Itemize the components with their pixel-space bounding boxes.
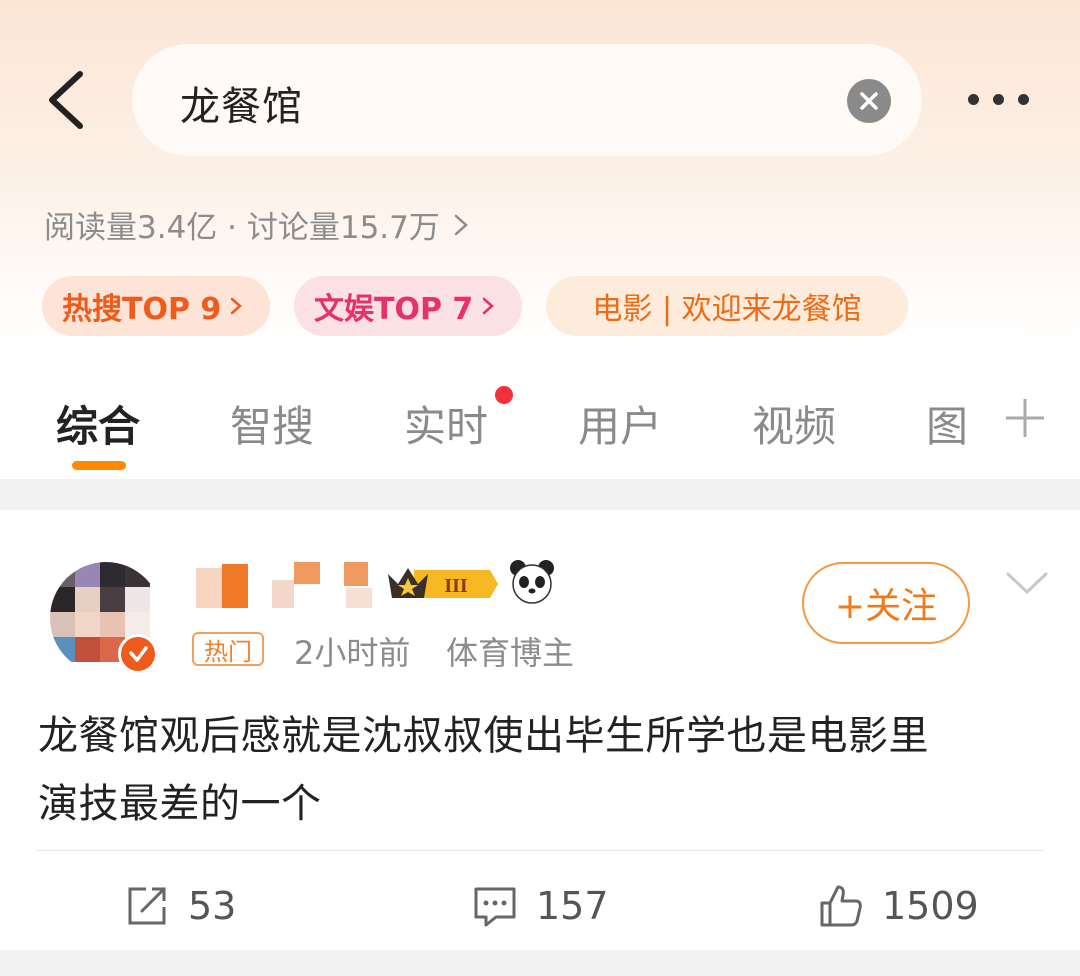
plus-icon[interactable] [1002,395,1048,441]
tab-realtime[interactable]: 实时 [404,393,488,454]
active-tab-indicator [72,461,126,470]
thumbs-up-icon [820,885,862,927]
post-time: 2小时前 [294,634,411,672]
movie-topic-label: 电影 | 欢迎来龙餐馆 [592,292,862,327]
search-input[interactable]: 龙餐馆 [132,44,922,156]
hot-search-rank-label: 热搜TOP 9 [62,292,222,327]
author-type: 体育博主 [446,634,575,672]
post-card[interactable]: III 热门 2小时前 体育博主 +关注 龙餐馆观后感就是沈叔叔使出毕生所学也是… [0,510,1080,950]
back-arrow-icon[interactable] [40,68,100,132]
topic-stats-link[interactable]: 阅读量3.4亿 · 讨论量15.7万 [44,202,470,247]
author-name-blurred[interactable] [196,558,381,614]
crown-level-badge-icon: III [388,568,498,598]
chevron-down-icon[interactable] [1004,568,1050,598]
tab-images[interactable]: 图 [926,393,968,454]
hot-tag: 热门 [192,632,264,666]
tab-bar: 综合 智搜 实时 用户 视频 图 [0,345,1080,479]
hot-search-rank-tag[interactable]: 热搜TOP 9 [42,276,270,336]
chevron-right-icon [231,297,243,315]
post-content-line: 龙餐馆观后感就是沈叔叔使出毕生所学也是电影里 [38,713,929,759]
entertainment-rank-label: 文娱TOP 7 [314,292,474,327]
chevron-right-icon [454,214,468,235]
comment-button[interactable]: 157 [472,878,609,934]
panda-icon [510,560,554,604]
notification-dot [495,386,513,404]
clear-search-button[interactable] [847,79,891,123]
entertainment-rank-tag[interactable]: 文娱TOP 7 [294,276,522,336]
comment-count: 157 [536,884,609,928]
topic-stats-text: 阅读量3.4亿 · 讨论量15.7万 [44,210,440,246]
repost-button[interactable]: 53 [124,878,236,934]
like-count: 1509 [882,884,979,928]
share-icon [128,887,166,925]
movie-topic-tag[interactable]: 电影 | 欢迎来龙餐馆 [546,276,908,336]
more-options-button[interactable] [962,88,1034,112]
like-button[interactable]: 1509 [818,878,979,934]
follow-button[interactable]: +关注 [802,562,970,644]
post-content-line: 演技最差的一个 [38,781,322,827]
divider [36,850,1044,851]
chevron-right-icon [483,297,495,315]
badge-level-text: III [444,575,468,597]
close-icon [860,92,878,110]
verified-badge-icon [118,634,158,674]
tab-smart-search[interactable]: 智搜 [230,393,314,454]
search-header: 龙餐馆 阅读量3.4亿 · 讨论量15.7万 热搜TOP 9 文娱TOP 7 电… [0,0,1080,345]
tab-users[interactable]: 用户 [578,393,662,454]
search-query-text: 龙餐馆 [180,84,303,130]
post-content[interactable]: 龙餐馆观后感就是沈叔叔使出毕生所学也是电影里 演技最差的一个 [38,702,1048,838]
tab-comprehensive[interactable]: 综合 [56,393,140,454]
tab-videos[interactable]: 视频 [752,393,836,454]
repost-count: 53 [188,884,237,928]
comment-icon [474,887,516,927]
